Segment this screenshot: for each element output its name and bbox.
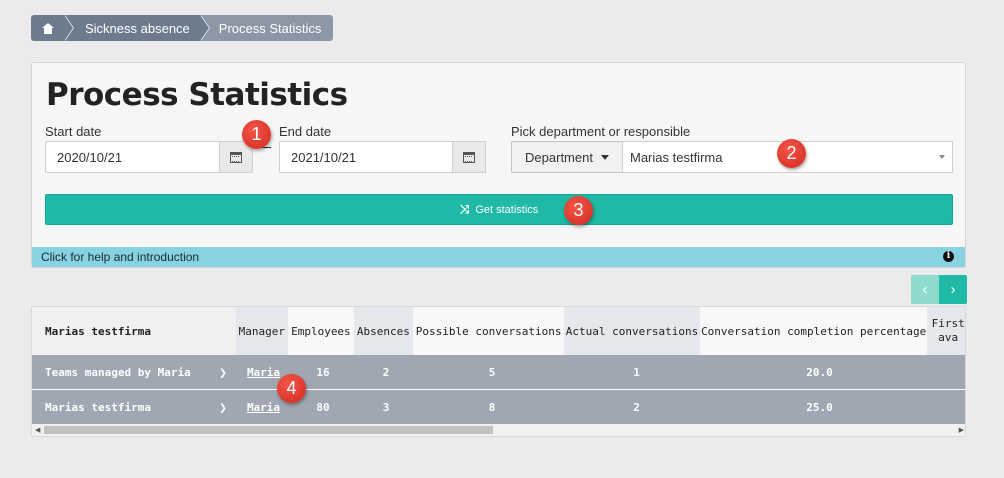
- annotation-badge-2: 2: [777, 139, 806, 168]
- header-possible-conversations: Possible conversations: [413, 307, 565, 355]
- manager-link[interactable]: Maria: [247, 366, 280, 379]
- statistics-table: Marias testfirma Manager Employees Absen…: [31, 306, 966, 437]
- absences-cell: 3: [382, 400, 390, 414]
- organization-select-value: Marias testfirma: [630, 149, 723, 165]
- row-name-cell[interactable]: Marias testfirma ❯: [32, 390, 237, 424]
- calendar-icon: [230, 151, 242, 163]
- end-date-label: End date: [279, 124, 332, 139]
- end-date-calendar-button[interactable]: [452, 141, 486, 173]
- scrollbar-thumb[interactable]: [44, 426, 493, 434]
- scroll-left-icon[interactable]: ◀: [35, 426, 40, 434]
- home-icon: [41, 22, 54, 34]
- header-actual-conversations: Actual conversations: [564, 307, 701, 355]
- table-prev-button[interactable]: ‹: [911, 275, 939, 304]
- annotation-badge-4: 4: [277, 374, 306, 403]
- table-next-button[interactable]: ›: [939, 275, 967, 304]
- annotation-badge-1: 1: [242, 120, 271, 149]
- start-date-label: Start date: [45, 124, 102, 139]
- header-first-available: First ava: [927, 307, 965, 355]
- caret-down-icon: [600, 154, 609, 160]
- table-header: Marias testfirma Manager Employees Absen…: [32, 307, 965, 355]
- possible-conversations-cell: 5: [488, 365, 496, 379]
- help-bar[interactable]: Click for help and introduction i: [32, 247, 965, 267]
- info-icon: i: [943, 251, 954, 262]
- chevron-down-icon: [939, 155, 945, 159]
- filter-panel: Process Statistics Start date 2020/10/21…: [31, 62, 966, 268]
- completion-percentage-cell: 25.0: [806, 400, 833, 414]
- end-date-input[interactable]: 2021/10/21: [279, 141, 453, 173]
- absences-cell: 2: [382, 365, 390, 379]
- possible-conversations-cell: 8: [488, 400, 496, 414]
- header-manager: Manager: [235, 307, 289, 355]
- row-name-cell[interactable]: Teams managed by Maria ❯: [32, 355, 237, 389]
- manager-link[interactable]: Maria: [247, 401, 280, 414]
- breadcrumb-home[interactable]: [31, 15, 74, 41]
- shuffle-icon: ⤨: [459, 202, 470, 216]
- calendar-icon: [463, 151, 475, 163]
- row-name: Teams managed by Maria: [45, 365, 191, 379]
- header-organization: Marias testfirma: [32, 307, 236, 355]
- get-statistics-button[interactable]: ⤨ Get statistics: [45, 194, 953, 225]
- start-date-input[interactable]: 2020/10/21: [45, 141, 220, 173]
- chevron-right-icon[interactable]: ❯: [219, 401, 227, 416]
- table-row[interactable]: Marias testfirma ❯ Maria 80 3 8 2 25.0: [32, 390, 965, 424]
- row-name: Marias testfirma: [45, 400, 151, 414]
- breadcrumb-process-statistics: Process Statistics: [199, 15, 334, 41]
- breadcrumb-sickness-absence[interactable]: Sickness absence: [64, 15, 210, 41]
- department-dropdown-button[interactable]: Department: [511, 141, 623, 173]
- scroll-right-icon[interactable]: ▶: [959, 426, 964, 434]
- page-title: Process Statistics: [46, 77, 348, 113]
- header-completion-percentage: Conversation completion percentage: [700, 307, 928, 355]
- header-employees: Employees: [288, 307, 354, 355]
- actual-conversations-cell: 1: [633, 365, 640, 379]
- pick-department-label: Pick department or responsible: [511, 124, 691, 139]
- table-row[interactable]: Teams managed by Maria ❯ Maria 16 2 5 1 …: [32, 355, 965, 389]
- completion-percentage-cell: 20.0: [806, 365, 833, 379]
- horizontal-scrollbar[interactable]: ◀ ▶: [32, 424, 965, 436]
- department-button-label: Department: [525, 149, 593, 165]
- help-text: Click for help and introduction: [41, 250, 200, 264]
- annotation-badge-3: 3: [564, 196, 593, 225]
- actual-conversations-cell: 2: [633, 400, 640, 414]
- chevron-right-icon[interactable]: ❯: [219, 366, 227, 381]
- get-statistics-label: Get statistics: [475, 203, 539, 216]
- breadcrumb: Sickness absence Process Statistics: [31, 15, 334, 41]
- header-absences: Absences: [353, 307, 414, 355]
